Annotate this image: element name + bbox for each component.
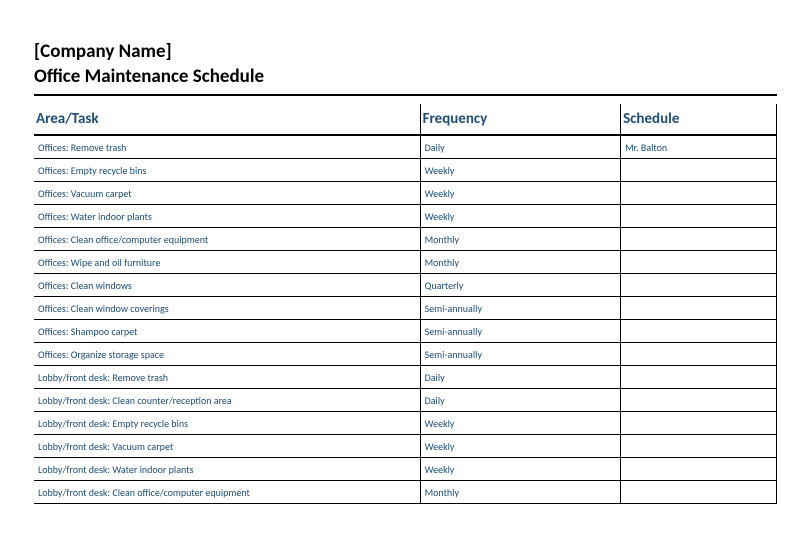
cell-area-task: Lobby/front desk: Remove trash	[34, 366, 420, 389]
cell-frequency: Daily	[420, 135, 620, 159]
cell-frequency: Weekly	[420, 458, 620, 481]
cell-schedule	[621, 320, 777, 343]
table-row: Offices: Wipe and oil furnitureMonthly	[34, 251, 777, 274]
cell-schedule	[621, 481, 777, 504]
table-row: Offices: Shampoo carpetSemi-annually	[34, 320, 777, 343]
document-title: Office Maintenance Schedule	[34, 65, 777, 88]
header-divider	[34, 94, 777, 96]
cell-area-task: Offices: Clean windows	[34, 274, 420, 297]
table-row: Offices: Clean windowsQuarterly	[34, 274, 777, 297]
cell-area-task: Offices: Remove trash	[34, 135, 420, 159]
col-header-area-task: Area/Task	[34, 104, 420, 135]
col-header-frequency: Frequency	[420, 104, 620, 135]
cell-frequency: Weekly	[420, 412, 620, 435]
cell-schedule	[621, 412, 777, 435]
cell-frequency: Quarterly	[420, 274, 620, 297]
cell-schedule	[621, 458, 777, 481]
col-header-schedule: Schedule	[621, 104, 777, 135]
cell-schedule	[621, 389, 777, 412]
cell-area-task: Lobby/front desk: Clean counter/receptio…	[34, 389, 420, 412]
cell-area-task: Offices: Wipe and oil furniture	[34, 251, 420, 274]
cell-schedule	[621, 343, 777, 366]
schedule-table: Area/Task Frequency Schedule Offices: Re…	[34, 104, 777, 504]
cell-frequency: Daily	[420, 366, 620, 389]
cell-frequency: Monthly	[420, 228, 620, 251]
cell-area-task: Offices: Clean window coverings	[34, 297, 420, 320]
cell-schedule	[621, 251, 777, 274]
cell-schedule	[621, 228, 777, 251]
table-row: Offices: Organize storage spaceSemi-annu…	[34, 343, 777, 366]
cell-area-task: Offices: Empty recycle bins	[34, 159, 420, 182]
cell-area-task: Offices: Shampoo carpet	[34, 320, 420, 343]
schedule-table-wrap: Area/Task Frequency Schedule Offices: Re…	[34, 104, 777, 504]
cell-frequency: Monthly	[420, 481, 620, 504]
cell-area-task: Lobby/front desk: Clean office/computer …	[34, 481, 420, 504]
table-row: Lobby/front desk: Vacuum carpetWeekly	[34, 435, 777, 458]
cell-area-task: Offices: Organize storage space	[34, 343, 420, 366]
cell-schedule	[621, 435, 777, 458]
table-row: Lobby/front desk: Water indoor plantsWee…	[34, 458, 777, 481]
table-row: Lobby/front desk: Clean office/computer …	[34, 481, 777, 504]
cell-schedule	[621, 205, 777, 228]
cell-frequency: Semi-annually	[420, 297, 620, 320]
cell-frequency: Daily	[420, 389, 620, 412]
cell-frequency: Weekly	[420, 205, 620, 228]
table-row: Offices: Empty recycle binsWeekly	[34, 159, 777, 182]
cell-schedule	[621, 274, 777, 297]
table-row: Offices: Remove trashDailyMr. Balton	[34, 135, 777, 159]
table-row: Lobby/front desk: Clean counter/receptio…	[34, 389, 777, 412]
cell-area-task: Lobby/front desk: Water indoor plants	[34, 458, 420, 481]
table-row: Lobby/front desk: Remove trashDaily	[34, 366, 777, 389]
cell-area-task: Offices: Clean office/computer equipment	[34, 228, 420, 251]
cell-area-task: Offices: Vacuum carpet	[34, 182, 420, 205]
table-row: Offices: Vacuum carpetWeekly	[34, 182, 777, 205]
cell-area-task: Lobby/front desk: Vacuum carpet	[34, 435, 420, 458]
table-row: Offices: Clean window coveringsSemi-annu…	[34, 297, 777, 320]
cell-frequency: Semi-annually	[420, 343, 620, 366]
cell-schedule: Mr. Balton	[621, 135, 777, 159]
cell-frequency: Weekly	[420, 435, 620, 458]
table-row: Lobby/front desk: Empty recycle binsWeek…	[34, 412, 777, 435]
cell-frequency: Weekly	[420, 182, 620, 205]
cell-schedule	[621, 366, 777, 389]
table-header-row: Area/Task Frequency Schedule	[34, 104, 777, 135]
table-row: Offices: Clean office/computer equipment…	[34, 228, 777, 251]
cell-schedule	[621, 182, 777, 205]
cell-frequency: Weekly	[420, 159, 620, 182]
company-name: [Company Name]	[34, 40, 777, 63]
cell-schedule	[621, 159, 777, 182]
cell-schedule	[621, 297, 777, 320]
cell-frequency: Semi-annually	[420, 320, 620, 343]
cell-area-task: Offices: Water indoor plants	[34, 205, 420, 228]
table-row: Offices: Water indoor plantsWeekly	[34, 205, 777, 228]
cell-frequency: Monthly	[420, 251, 620, 274]
cell-area-task: Lobby/front desk: Empty recycle bins	[34, 412, 420, 435]
